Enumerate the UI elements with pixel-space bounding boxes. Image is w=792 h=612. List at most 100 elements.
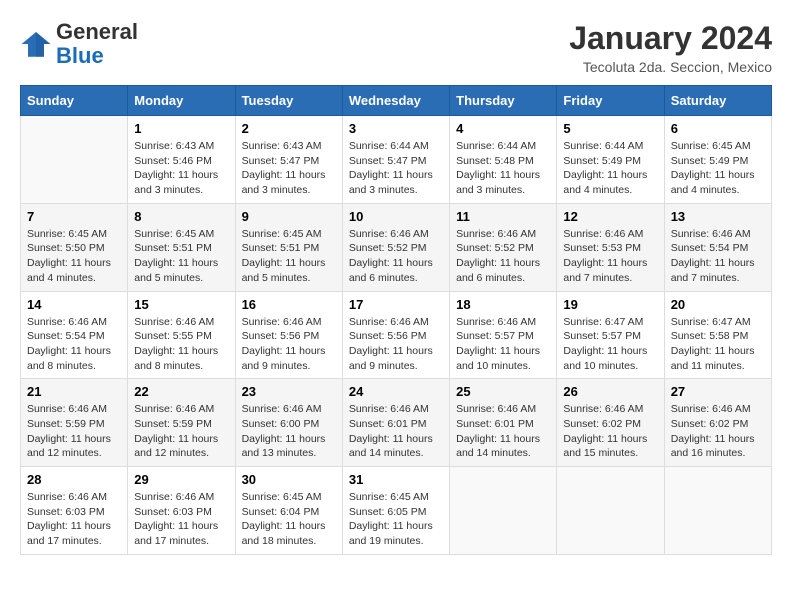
day-number: 27 [671,384,765,399]
cell-content: Sunset: 5:55 PM [134,329,228,344]
logo-blue: Blue [56,43,104,68]
cell-content: and 9 minutes. [349,359,443,374]
cell-content: and 6 minutes. [456,271,550,286]
cell-content: and 5 minutes. [134,271,228,286]
cell-content: Daylight: 11 hours [671,168,765,183]
cell-content: Daylight: 11 hours [242,519,336,534]
day-number: 5 [563,121,657,136]
cell-content: Sunrise: 6:45 AM [27,227,121,242]
cell-content: and 14 minutes. [456,446,550,461]
cell-content: and 6 minutes. [349,271,443,286]
cell-content: Sunrise: 6:46 AM [134,315,228,330]
calendar-cell: 31Sunrise: 6:45 AMSunset: 6:05 PMDayligh… [342,467,449,555]
day-number: 23 [242,384,336,399]
weekday-header-saturday: Saturday [664,86,771,116]
cell-content: Sunrise: 6:46 AM [134,402,228,417]
week-row-4: 21Sunrise: 6:46 AMSunset: 5:59 PMDayligh… [21,379,772,467]
cell-content: Daylight: 11 hours [27,519,121,534]
cell-content: Sunset: 6:04 PM [242,505,336,520]
cell-content: Sunrise: 6:44 AM [456,139,550,154]
cell-content: Daylight: 11 hours [27,432,121,447]
day-number: 16 [242,297,336,312]
cell-content: Daylight: 11 hours [456,344,550,359]
cell-content: Daylight: 11 hours [671,344,765,359]
cell-content: Daylight: 11 hours [671,432,765,447]
day-number: 1 [134,121,228,136]
cell-content: and 13 minutes. [242,446,336,461]
cell-content: and 7 minutes. [563,271,657,286]
calendar-cell: 12Sunrise: 6:46 AMSunset: 5:53 PMDayligh… [557,203,664,291]
cell-content: Daylight: 11 hours [134,344,228,359]
day-number: 10 [349,209,443,224]
cell-content: Daylight: 11 hours [349,432,443,447]
day-number: 2 [242,121,336,136]
cell-content: Sunset: 5:54 PM [27,329,121,344]
cell-content: Daylight: 11 hours [242,256,336,271]
cell-content: and 11 minutes. [671,359,765,374]
calendar-cell: 5Sunrise: 6:44 AMSunset: 5:49 PMDaylight… [557,116,664,204]
cell-content: and 9 minutes. [242,359,336,374]
cell-content: and 18 minutes. [242,534,336,549]
cell-content: Daylight: 11 hours [242,344,336,359]
cell-content: Daylight: 11 hours [242,432,336,447]
cell-content: Sunrise: 6:46 AM [671,227,765,242]
week-row-2: 7Sunrise: 6:45 AMSunset: 5:50 PMDaylight… [21,203,772,291]
cell-content: Daylight: 11 hours [563,344,657,359]
cell-content: Sunset: 5:52 PM [349,241,443,256]
cell-content: and 8 minutes. [27,359,121,374]
cell-content: Sunrise: 6:45 AM [242,227,336,242]
subtitle: Tecoluta 2da. Seccion, Mexico [569,59,772,75]
week-row-3: 14Sunrise: 6:46 AMSunset: 5:54 PMDayligh… [21,291,772,379]
cell-content: Daylight: 11 hours [349,519,443,534]
cell-content: and 17 minutes. [134,534,228,549]
cell-content: Sunrise: 6:46 AM [242,315,336,330]
day-number: 31 [349,472,443,487]
cell-content: Sunrise: 6:47 AM [563,315,657,330]
title-area: January 2024 Tecoluta 2da. Seccion, Mexi… [569,20,772,75]
calendar-table: SundayMondayTuesdayWednesdayThursdayFrid… [20,85,772,555]
cell-content: Daylight: 11 hours [671,256,765,271]
cell-content: and 3 minutes. [242,183,336,198]
calendar-cell: 2Sunrise: 6:43 AMSunset: 5:47 PMDaylight… [235,116,342,204]
cell-content: Sunrise: 6:46 AM [27,490,121,505]
calendar-cell: 24Sunrise: 6:46 AMSunset: 6:01 PMDayligh… [342,379,449,467]
cell-content: Sunrise: 6:45 AM [242,490,336,505]
calendar-cell: 16 Sunrise: 6:46 AMSunset: 5:56 PMDayligh… [235,291,342,379]
cell-content: Sunset: 6:03 PM [27,505,121,520]
day-number: 25 [456,384,550,399]
calendar-cell: 9Sunrise: 6:45 AMSunset: 5:51 PMDaylight… [235,203,342,291]
calendar-cell: 23Sunrise: 6:46 AMSunset: 6:00 PMDayligh… [235,379,342,467]
day-number: 22 [134,384,228,399]
cell-content: and 10 minutes. [563,359,657,374]
cell-content: Daylight: 11 hours [134,168,228,183]
cell-content: Sunrise: 6:46 AM [563,227,657,242]
calendar-cell: 14Sunrise: 6:46 AMSunset: 5:54 PMDayligh… [21,291,128,379]
cell-content: Sunset: 5:49 PM [563,154,657,169]
cell-content: Sunset: 6:02 PM [563,417,657,432]
calendar-cell: 11Sunrise: 6:46 AMSunset: 5:52 PMDayligh… [450,203,557,291]
cell-content: and 15 minutes. [563,446,657,461]
day-number: 20 [671,297,765,312]
weekday-header-thursday: Thursday [450,86,557,116]
calendar-cell [21,116,128,204]
cell-content: Sunrise: 6:44 AM [349,139,443,154]
cell-content: Sunrise: 6:46 AM [349,227,443,242]
day-number: 4 [456,121,550,136]
calendar-cell: 19Sunrise: 6:47 AMSunset: 5:57 PMDayligh… [557,291,664,379]
cell-content: Daylight: 11 hours [456,256,550,271]
cell-content: Sunrise: 6:46 AM [27,315,121,330]
cell-content: Sunset: 5:57 PM [563,329,657,344]
cell-content: Sunset: 5:59 PM [134,417,228,432]
calendar-cell: 17Sunrise: 6:46 AMSunset: 5:56 PMDayligh… [342,291,449,379]
calendar-cell: 8Sunrise: 6:45 AMSunset: 5:51 PMDaylight… [128,203,235,291]
calendar-cell: 7Sunrise: 6:45 AMSunset: 5:50 PMDaylight… [21,203,128,291]
logo-general: General [56,19,138,44]
week-row-5: 28Sunrise: 6:46 AMSunset: 6:03 PMDayligh… [21,467,772,555]
calendar-cell [450,467,557,555]
cell-content: Daylight: 11 hours [349,256,443,271]
cell-content: and 12 minutes. [27,446,121,461]
cell-content: Sunset: 5:56 PM [242,329,336,344]
weekday-header-sunday: Sunday [21,86,128,116]
cell-content: Sunset: 6:05 PM [349,505,443,520]
week-row-1: 1Sunrise: 6:43 AMSunset: 5:46 PMDaylight… [21,116,772,204]
